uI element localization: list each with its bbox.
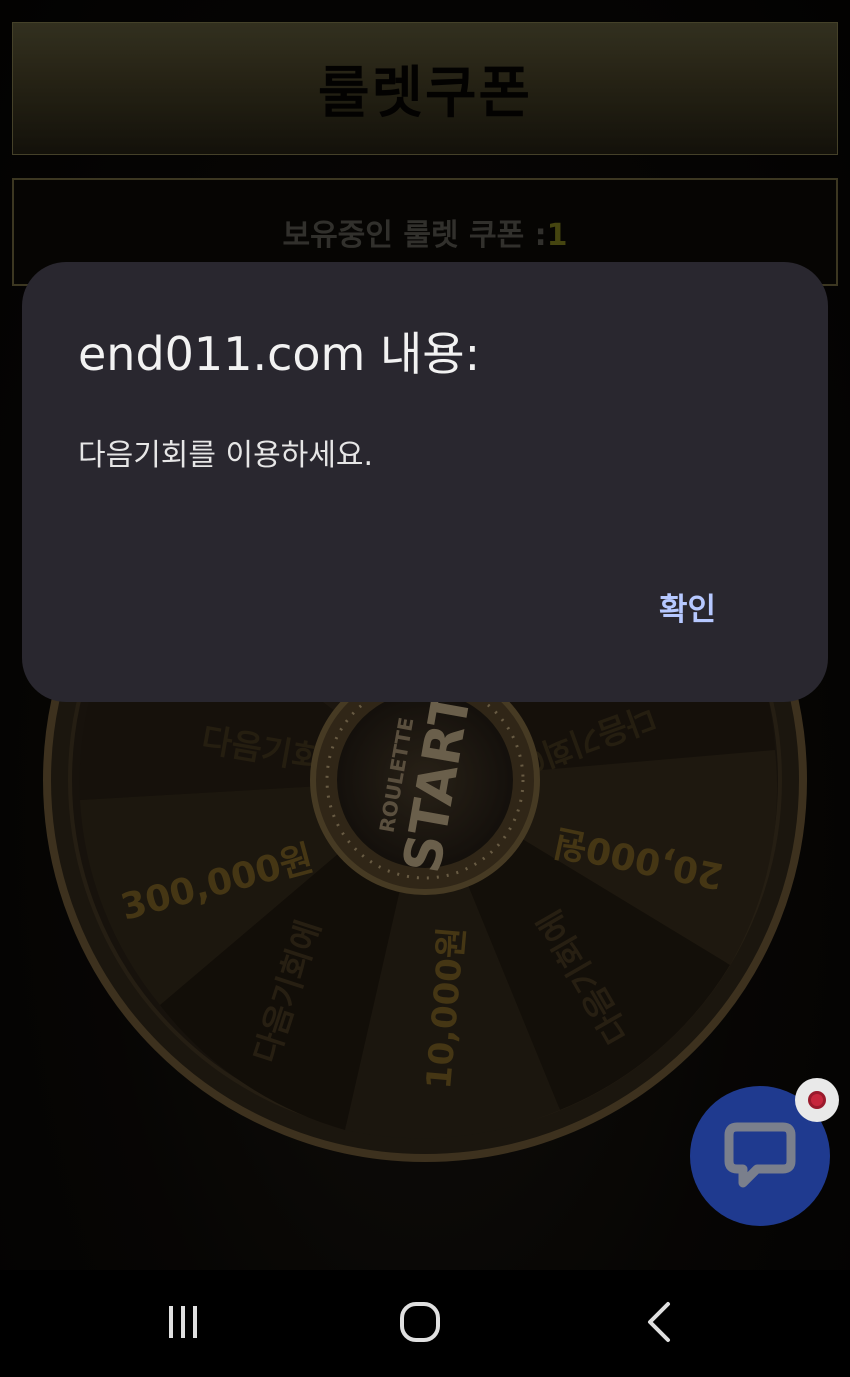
home-icon <box>400 1302 440 1342</box>
home-button[interactable] <box>380 1292 460 1352</box>
badge-dot <box>808 1091 826 1109</box>
confirm-button[interactable]: 확인 <box>659 584 716 629</box>
roulette-page: 룰렛쿠폰 보유중인 룰렛 쿠폰 :1 다음기회에 300,000원 다음기회에 … <box>0 0 850 1377</box>
dialog-message: 다음기회를 이용하세요. <box>78 438 374 473</box>
system-nav-bar <box>0 1270 850 1377</box>
recent-apps-button[interactable] <box>143 1292 223 1352</box>
back-icon <box>648 1302 670 1342</box>
alert-dialog: end011.com 내용: 다음기회를 이용하세요. 확인 <box>22 262 828 702</box>
dialog-title: end011.com 내용: <box>78 327 481 381</box>
recent-apps-icon <box>169 1306 197 1338</box>
back-button[interactable] <box>618 1292 698 1352</box>
chat-bubble-icon <box>724 1122 796 1188</box>
notification-badge <box>795 1078 839 1122</box>
